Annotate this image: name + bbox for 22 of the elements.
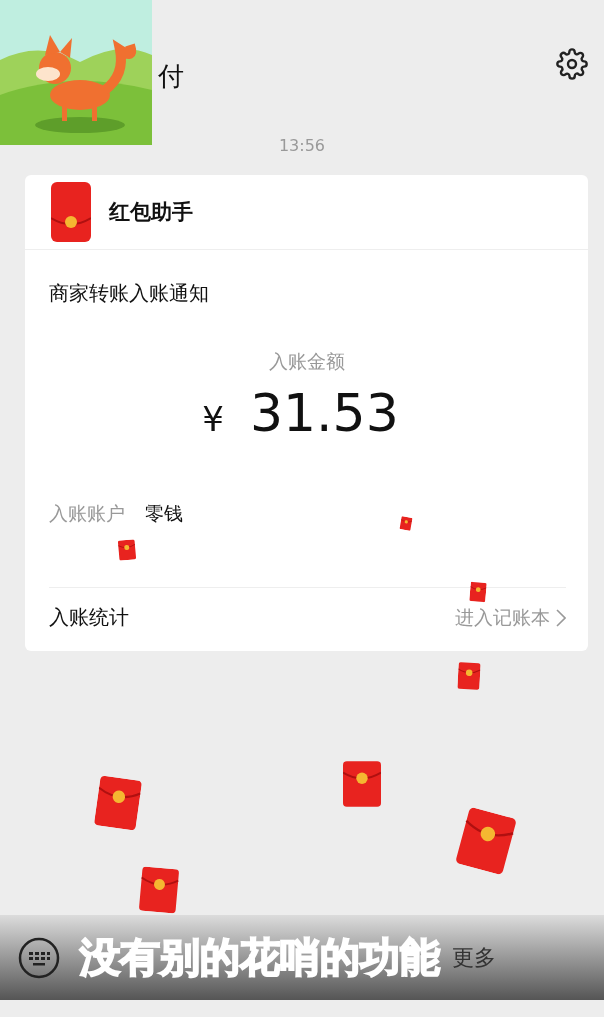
video-caption: 没有别的花哨的功能 — [80, 933, 440, 982]
ledger-link[interactable]: 进入记账本 — [455, 604, 566, 631]
notice-title: 商家转账入账通知 — [48, 280, 210, 307]
sender-name: 红包助手 — [109, 199, 193, 226]
envelope-icon — [469, 581, 487, 603]
currency-symbol: ¥ — [202, 399, 224, 439]
more-button[interactable]: 更多 — [452, 942, 496, 973]
timestamp: 13:56 — [277, 136, 327, 155]
footer-label: 入账统计 — [49, 604, 129, 631]
header-title: 付 — [158, 59, 184, 93]
chevron-right-icon — [556, 608, 566, 627]
detail-value: 零钱 — [145, 501, 183, 526]
amount: 31.53 — [249, 383, 399, 443]
detail-label: 入账账户 — [49, 501, 125, 526]
keyboard-icon[interactable] — [18, 936, 60, 979]
envelope-icon — [398, 516, 414, 531]
envelope-icon — [51, 182, 91, 242]
amount-label: 入账金额 — [267, 349, 346, 374]
envelope-icon — [457, 660, 481, 692]
envelope-icon — [343, 760, 381, 808]
settings-icon[interactable] — [556, 48, 588, 80]
envelope-icon — [117, 539, 137, 561]
